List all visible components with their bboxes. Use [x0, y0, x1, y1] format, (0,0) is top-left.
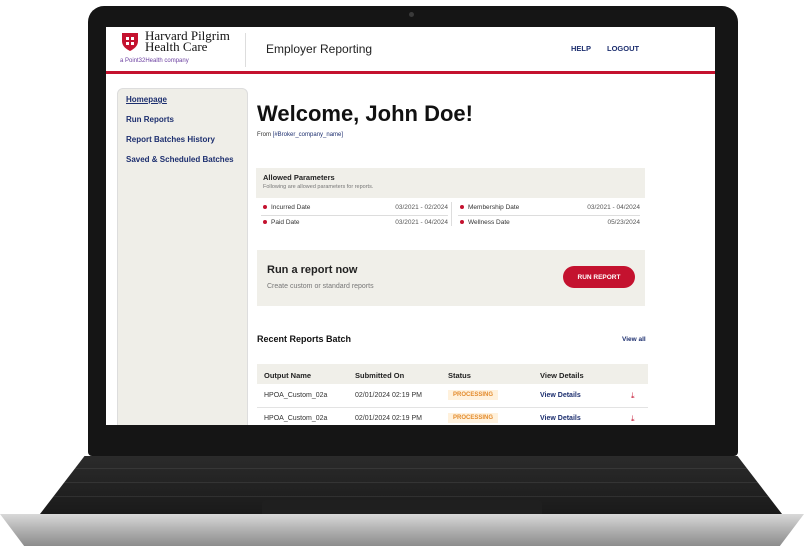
key-row: [40, 496, 782, 497]
row-divider: [257, 407, 648, 408]
param-label-text: Paid Date: [271, 219, 300, 226]
allowed-parameters-panel: Allowed Parameters Following are allowed…: [256, 168, 645, 231]
status-badge: PROCESSING: [448, 390, 499, 400]
bullet-dot: [460, 205, 464, 210]
bullet-dot: [460, 220, 464, 225]
param-value: 03/2021 - 04/2024: [395, 219, 448, 226]
table-cell-submitted: 02/01/2024 02:19 PM: [355, 392, 422, 399]
logout-link[interactable]: LOGOUT: [607, 44, 639, 53]
sidebar-item-report-batches-history[interactable]: Report Batches History: [126, 135, 215, 144]
status-badge: PROCESSING: [448, 413, 499, 423]
table-cell-submitted: 02/01/2024 02:19 PM: [355, 415, 422, 422]
param-label-text: Membership Date: [468, 204, 520, 211]
param-label: Membership Date: [460, 204, 519, 211]
param-label: Wellness Date: [460, 219, 510, 226]
download-icon[interactable]: ⤓: [631, 391, 635, 401]
view-details-link[interactable]: View Details: [540, 392, 581, 399]
param-label-text: Wellness Date: [468, 219, 510, 226]
app-header: Harvard Pilgrim Health Care a Point32Hea…: [106, 27, 715, 74]
logo-text: Harvard Pilgrim Health Care: [145, 29, 230, 53]
param-label: Incurred Date: [263, 204, 310, 211]
help-link[interactable]: HELP: [571, 44, 591, 53]
broker-company-name: [#Broker_company_name]: [272, 132, 344, 138]
table-cell-name: HPOA_Custom_02a: [264, 415, 328, 422]
params-column-divider: [451, 202, 452, 226]
shield-logo-icon: [122, 33, 138, 51]
download-icon[interactable]: ⤓: [631, 414, 635, 424]
bullet-dot: [263, 205, 267, 210]
sidebar-item-saved-scheduled-batches[interactable]: Saved & Scheduled Batches: [126, 155, 234, 164]
header-divider: [245, 33, 246, 67]
param-row-divider: [458, 215, 640, 216]
bullet-dot: [263, 220, 267, 225]
params-title: Allowed Parameters: [263, 173, 335, 182]
run-title: Run a report now: [267, 264, 358, 276]
key-row: [40, 468, 782, 469]
param-value: 03/2021 - 02/2024: [395, 204, 448, 211]
app-title: Employer Reporting: [266, 42, 373, 56]
column-header-submitted-on: Submitted On: [355, 371, 405, 380]
welcome-heading: Welcome, John Doe!: [257, 101, 473, 126]
column-header-output-name: Output Name: [264, 371, 312, 380]
sidebar-item-homepage[interactable]: Homepage: [126, 95, 167, 104]
param-value: 03/2021 - 04/2024: [587, 204, 640, 211]
param-label: Paid Date: [263, 219, 300, 226]
param-label-text: Incurred Date: [271, 204, 311, 211]
params-subtitle: Following are allowed parameters for rep…: [263, 184, 374, 190]
recent-reports-title: Recent Reports Batch: [257, 334, 352, 344]
column-header-view-details: View Details: [540, 371, 584, 380]
run-report-button[interactable]: RUN REPORT: [563, 266, 635, 288]
laptop-screen: Harvard Pilgrim Health Care a Point32Hea…: [106, 27, 715, 425]
key-row: [40, 482, 782, 483]
view-details-link[interactable]: View Details: [540, 415, 581, 422]
column-header-status: Status: [448, 371, 471, 380]
view-all-link[interactable]: View all: [622, 336, 646, 343]
sidebar: Homepage Run Reports Report Batches Hist…: [117, 88, 248, 425]
laptop-base: [0, 514, 804, 546]
from-line: From [#Broker_company_name]: [257, 132, 343, 138]
param-value: 05/23/2024: [607, 219, 640, 226]
table-cell-name: HPOA_Custom_02a: [264, 392, 328, 399]
run-subtitle: Create custom or standard reports: [267, 283, 374, 290]
from-label: From: [257, 132, 271, 138]
params-header: Allowed Parameters Following are allowed…: [256, 168, 645, 198]
logo-subtitle: a Point32Health company: [120, 58, 189, 64]
sidebar-item-run-reports[interactable]: Run Reports: [126, 115, 174, 124]
camera-icon: [409, 12, 414, 17]
param-row-divider: [261, 215, 448, 216]
run-report-panel: Run a report now Create custom or standa…: [257, 250, 645, 306]
